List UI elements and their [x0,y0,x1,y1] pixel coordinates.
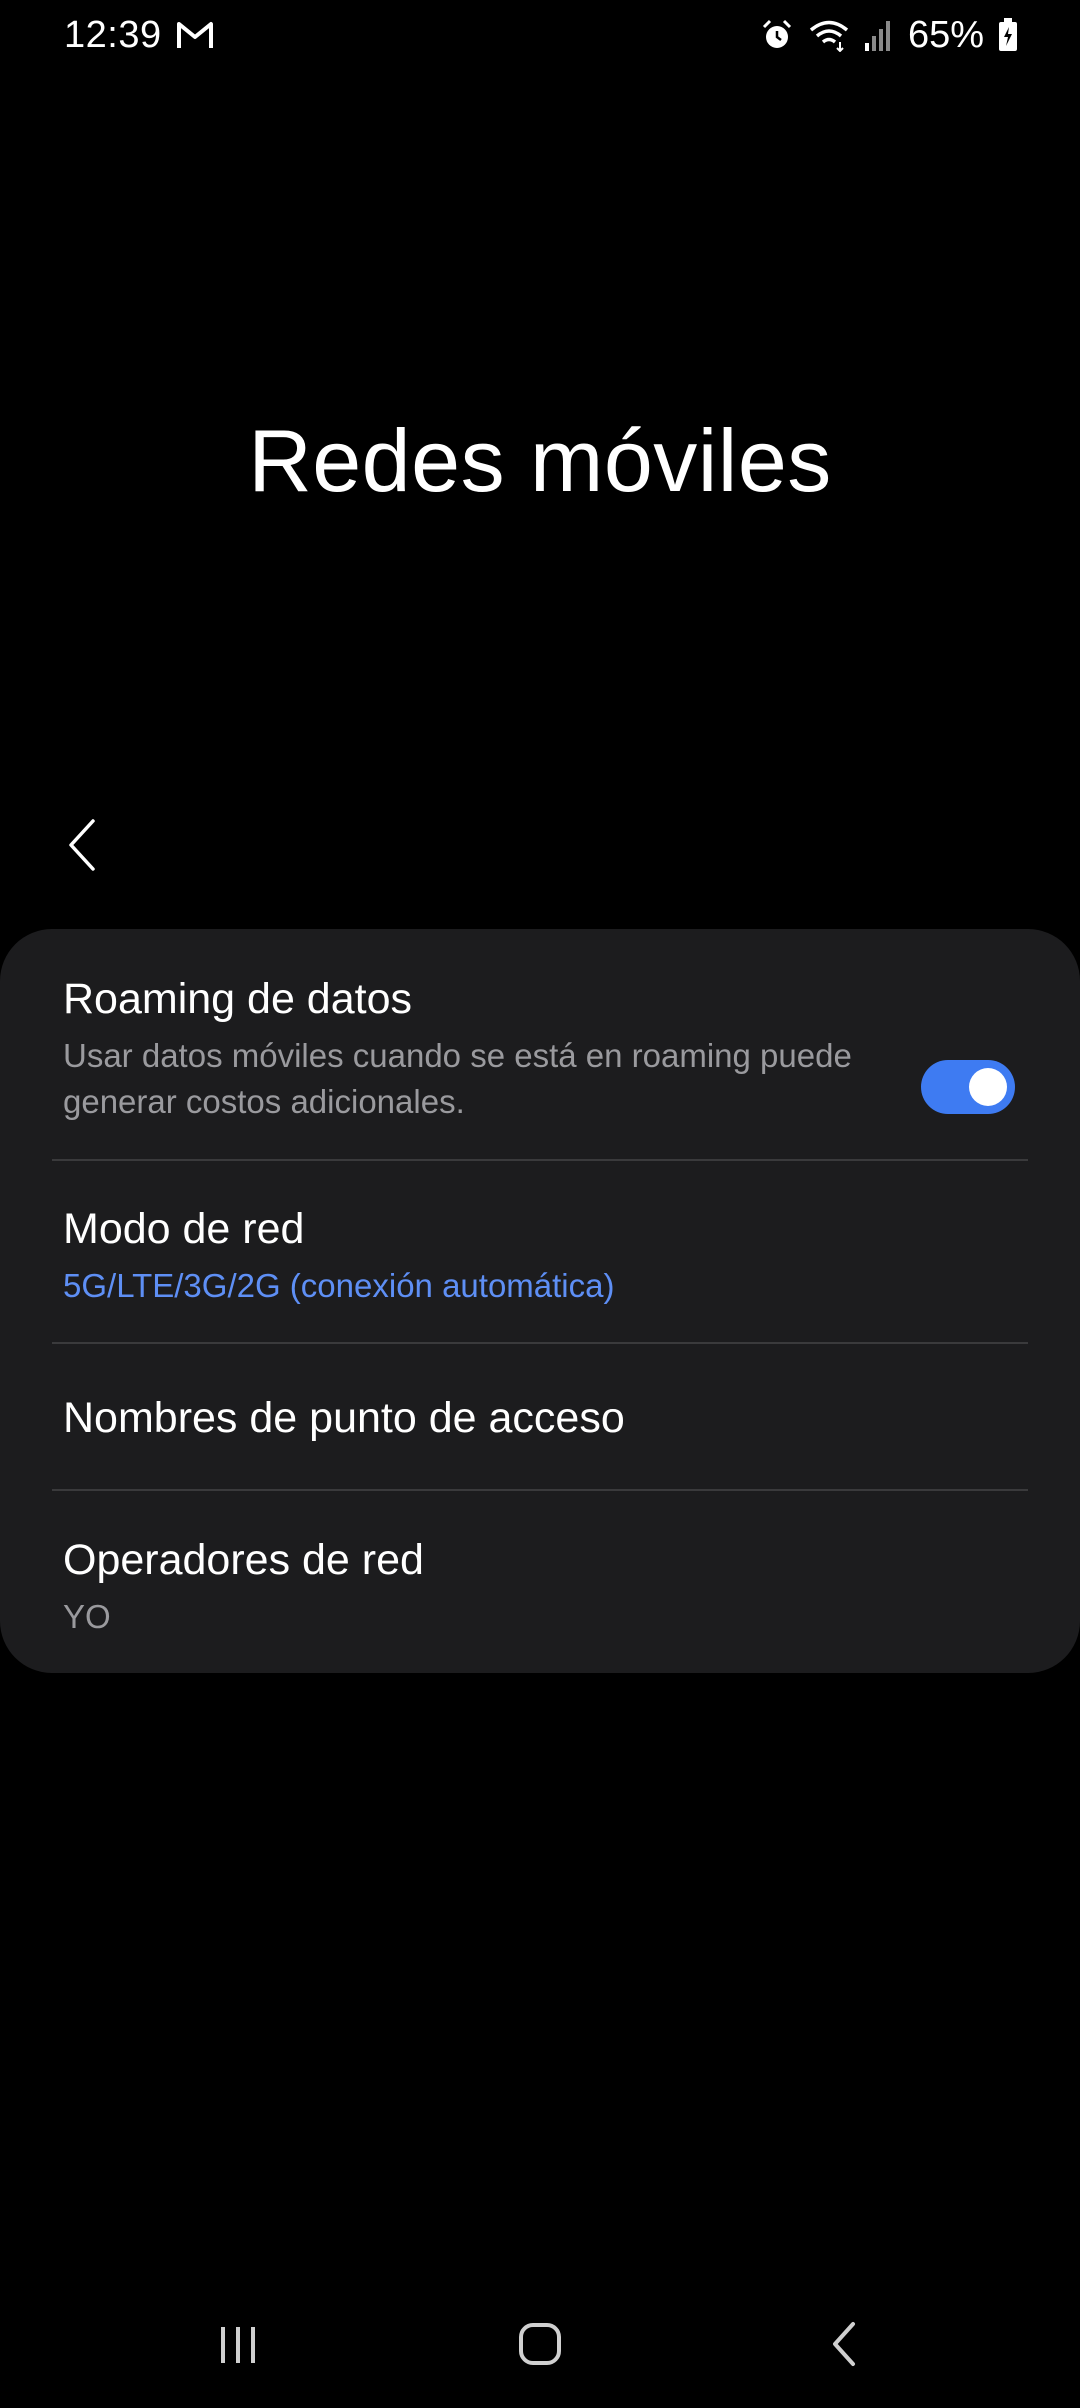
home-icon [518,2322,562,2366]
settings-card: Roaming de datos Usar datos móviles cuan… [0,929,1080,1673]
home-button[interactable] [480,2300,600,2388]
setting-roaming-title: Roaming de datos [63,975,412,1023]
recent-apps-button[interactable] [178,2300,298,2388]
signal-icon [864,19,894,51]
roaming-toggle[interactable] [921,1060,1015,1114]
recent-apps-icon [217,2323,259,2365]
setting-apn[interactable]: Nombres de punto de acceso [0,1390,1080,1490]
setting-apn-title: Nombres de punto de acceso [63,1394,625,1442]
battery-charging-icon [998,18,1018,52]
divider [52,1342,1028,1344]
back-nav-button[interactable] [784,2300,904,2388]
status-right: 65% [760,14,1018,57]
status-time: 12:39 [64,13,162,56]
setting-operators-value: YO [63,1598,111,1635]
alarm-icon [760,18,794,52]
chevron-left-icon [67,818,97,872]
wifi-icon [808,18,850,52]
page-title: Redes móviles [248,411,832,510]
divider [52,1159,1028,1161]
setting-network-mode-value: 5G/LTE/3G/2G (conexión automática) [63,1267,615,1304]
setting-operators-title: Operadores de red [63,1536,424,1584]
back-button[interactable] [50,810,114,880]
divider [52,1489,1028,1491]
status-bar: 12:39 65% [0,0,1080,70]
setting-network-mode[interactable]: Modo de red 5G/LTE/3G/2G (conexión autom… [0,1201,1080,1341]
setting-operators[interactable]: Operadores de red YO [0,1532,1080,1662]
setting-roaming[interactable]: Roaming de datos Usar datos móviles cuan… [0,971,1080,1161]
toggle-knob [969,1068,1007,1106]
battery-percentage: 65% [907,13,984,56]
status-left: 12:39 [64,14,214,57]
setting-network-mode-title: Modo de red [63,1205,305,1253]
gmail-icon [176,20,214,50]
back-icon [829,2320,859,2368]
navigation-bar [0,2300,1080,2388]
setting-roaming-subtitle: Usar datos móviles cuando se está en roa… [63,1037,852,1120]
